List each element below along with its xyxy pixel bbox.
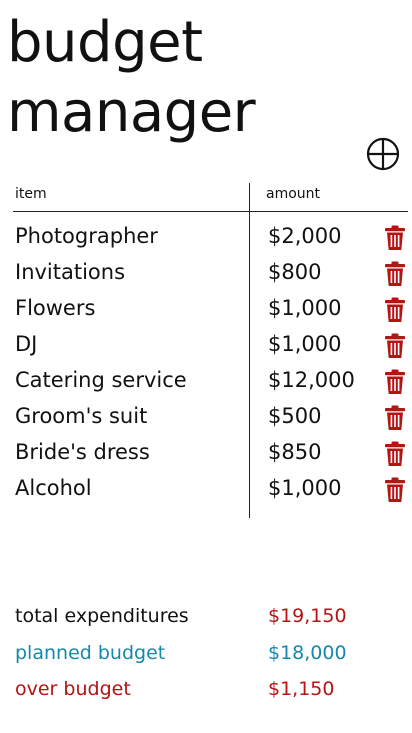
planned-budget-value: $18,000 (268, 642, 347, 664)
add-item-button[interactable] (365, 136, 401, 172)
trash-icon (385, 441, 405, 466)
item-name: Catering service (15, 368, 187, 392)
trash-icon (385, 225, 405, 250)
table-row: Groom's suit $500 (0, 400, 412, 436)
trash-icon (385, 333, 405, 358)
table-row: Alcohol $1,000 (0, 472, 412, 508)
planned-budget-label: planned budget (15, 642, 166, 664)
item-amount: $1,000 (268, 476, 342, 500)
table-row: DJ $1,000 (0, 328, 412, 364)
table-row: Catering service $12,000 (0, 364, 412, 400)
column-header-amount: amount (266, 186, 321, 202)
over-budget-row: over budget $1,150 (0, 678, 412, 708)
trash-icon (385, 297, 405, 322)
delete-button[interactable] (384, 225, 406, 251)
item-amount: $800 (268, 260, 322, 284)
column-header-item: item (15, 186, 47, 202)
trash-icon (385, 261, 405, 286)
item-name: Bride's dress (15, 440, 150, 464)
page-title: budget manager (7, 8, 256, 148)
header-divider (13, 211, 408, 212)
delete-button[interactable] (384, 441, 406, 467)
delete-button[interactable] (384, 369, 406, 395)
item-amount: $500 (268, 404, 322, 428)
item-name: Groom's suit (15, 404, 148, 428)
delete-button[interactable] (384, 297, 406, 323)
item-amount: $1,000 (268, 332, 342, 356)
over-budget-value: $1,150 (268, 678, 335, 700)
title-line-2: manager (7, 80, 256, 145)
table-row: Photographer $2,000 (0, 220, 412, 256)
title-line-1: budget (7, 10, 203, 75)
item-name: Invitations (15, 260, 126, 284)
expense-list: Photographer $2,000 Invitations $800 Flowers… (0, 220, 412, 508)
delete-button[interactable] (384, 333, 406, 359)
item-name: Photographer (15, 224, 158, 248)
delete-button[interactable] (384, 261, 406, 287)
item-name: Alcohol (15, 476, 92, 500)
item-name: DJ (15, 332, 38, 356)
item-amount: $2,000 (268, 224, 342, 248)
total-expenditures-row: total expenditures $19,150 (0, 605, 412, 635)
item-amount: $1,000 (268, 296, 342, 320)
total-expenditures-label: total expenditures (15, 605, 189, 627)
table-row: Invitations $800 (0, 256, 412, 292)
item-amount: $850 (268, 440, 322, 464)
item-amount: $12,000 (268, 368, 355, 392)
planned-budget-row: planned budget $18,000 (0, 642, 412, 672)
total-expenditures-value: $19,150 (268, 605, 347, 627)
over-budget-label: over budget (15, 678, 131, 700)
trash-icon (385, 369, 405, 394)
delete-button[interactable] (384, 477, 406, 503)
trash-icon (385, 477, 405, 502)
table-row: Flowers $1,000 (0, 292, 412, 328)
item-name: Flowers (15, 296, 96, 320)
trash-icon (385, 405, 405, 430)
circle-plus-icon (366, 137, 400, 171)
table-row: Bride's dress $850 (0, 436, 412, 472)
delete-button[interactable] (384, 405, 406, 431)
